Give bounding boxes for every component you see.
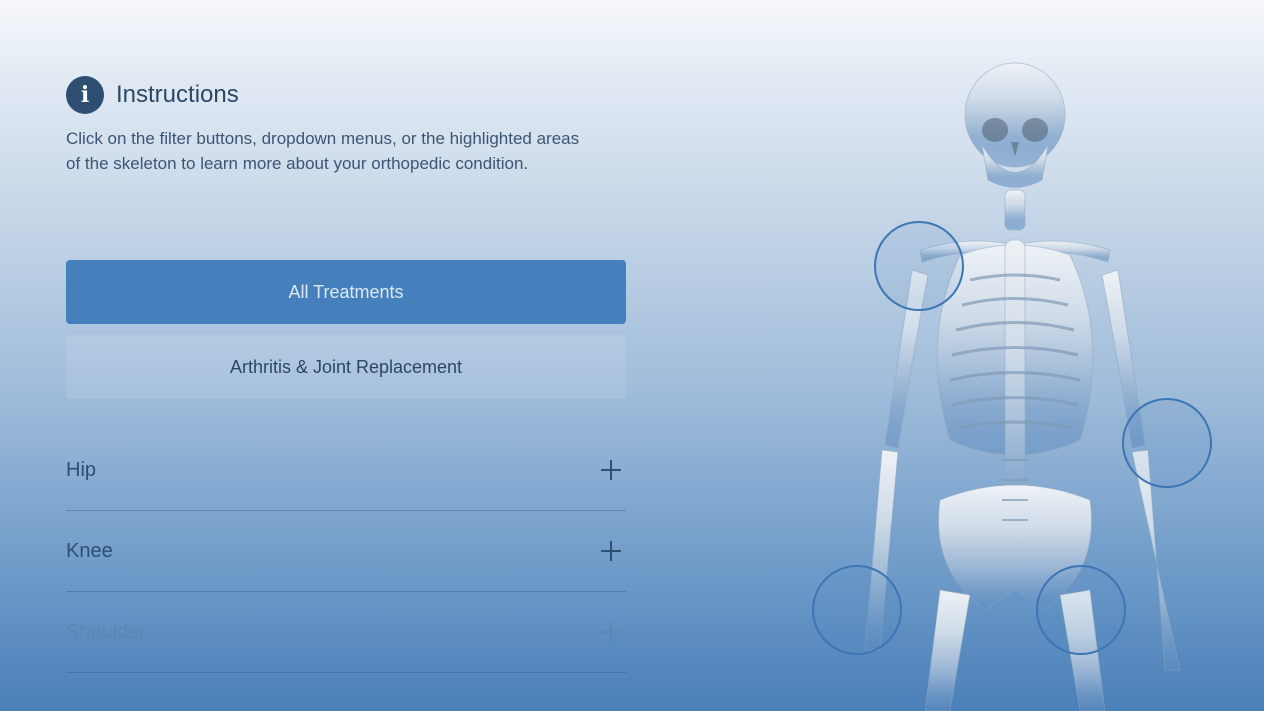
info-icon: i [66,76,104,114]
all-treatments-button[interactable]: All Treatments [66,260,626,324]
instructions-text: Click on the filter buttons, dropdown me… [66,129,580,173]
wrist-hotspot[interactable] [812,565,902,655]
accordion-item-label: Hip [66,458,97,481]
arthritis-joint-replacement-button[interactable]: Arthritis & Joint Replacement [66,335,626,399]
accordion-item-knee[interactable]: Knee [66,511,626,592]
accordion-item-shoulder[interactable]: Shoulder [66,592,626,673]
accordion-item-hip[interactable]: Hip [66,430,626,511]
elbow-hotspot[interactable] [1122,398,1212,488]
instructions-panel: i Instructions Click on the filter butto… [66,76,626,176]
accordion-item-label: Shoulder [66,620,147,643]
instructions-title: Instructions [116,81,239,108]
plus-icon[interactable] [599,539,623,563]
plus-icon[interactable] [599,620,623,644]
instructions-header: i Instructions [66,76,626,114]
hip-hotspot[interactable] [1036,565,1126,655]
condition-accordion: Hip Knee Shoulder [66,430,626,673]
plus-icon[interactable] [599,458,623,482]
shoulder-hotspot[interactable] [874,221,964,311]
accordion-item-label: Knee [66,539,113,562]
